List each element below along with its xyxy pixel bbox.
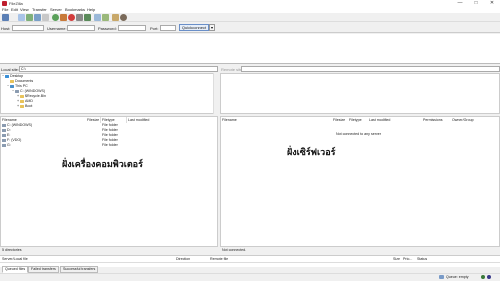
process-queue-icon[interactable] [60, 14, 67, 21]
queue-col-remote-file[interactable]: Remote file [210, 257, 228, 261]
status-bar [0, 273, 500, 281]
folder-icon [10, 79, 14, 83]
remote-col-permissions[interactable]: Permissions [423, 117, 443, 123]
local-site-input[interactable]: C:\ [19, 66, 218, 72]
site-manager-icon[interactable] [2, 14, 9, 21]
tree-item-label: Desktop [10, 74, 24, 78]
synchronized-browsing-icon[interactable] [102, 14, 109, 21]
toggle-remote-tree-icon[interactable] [34, 14, 41, 21]
drive-icon [2, 129, 6, 132]
search-files-icon[interactable] [112, 14, 119, 21]
tab-failed-transfers[interactable]: Failed transfers [28, 266, 59, 273]
username-label: Username: [47, 26, 67, 31]
tree-item-label: C: (WINDOWS) [20, 89, 46, 93]
file-name: G: [7, 143, 11, 147]
cancel-icon[interactable] [68, 14, 75, 21]
pc-icon [10, 84, 14, 88]
quickconnect-button[interactable]: Quickconnect [179, 24, 209, 31]
password-label: Password: [98, 26, 117, 31]
host-label: Host: [1, 26, 11, 31]
upload-indicator-icon [481, 275, 485, 279]
queue-status-text: Queue: empty [446, 275, 469, 279]
tab-queued-files[interactable]: Queued files [2, 266, 29, 273]
tree-item-label: $Recycle.Bin [25, 94, 46, 98]
port-label: Port: [150, 26, 159, 31]
directory-comparison-icon[interactable] [94, 14, 101, 21]
tree-item[interactable]: Documents [7, 79, 33, 83]
queue-col-size[interactable]: Size [393, 257, 400, 261]
drive-icon [2, 134, 6, 137]
toggle-log-icon[interactable] [18, 14, 25, 21]
remote-site-input[interactable] [241, 66, 500, 72]
remote-col-owner-group[interactable]: Owner/Group [452, 117, 474, 123]
local-status: 5 directories [2, 248, 22, 252]
remote-col-last-modified[interactable]: Last modified [369, 117, 390, 123]
tree-item[interactable]: − C: (WINDOWS) [12, 89, 45, 93]
remote-side-caption: ฝั่งเซิร์ฟเวอร์ [287, 148, 336, 158]
local-site-label: Local site: [1, 67, 20, 72]
disconnect-icon[interactable] [76, 14, 83, 21]
not-connected-message: Not connected to any server [336, 132, 381, 136]
drive-icon [2, 124, 6, 127]
password-input[interactable] [118, 25, 146, 31]
folder-icon [20, 94, 24, 98]
tree-item[interactable]: − Desktop [2, 74, 23, 78]
quickconnect-dropdown-icon[interactable]: ▾ [209, 24, 215, 31]
tree-item[interactable]: + $Recycle.Bin [17, 94, 46, 98]
toolbar [0, 13, 500, 22]
close-button[interactable]: ✕ [484, 0, 500, 7]
desktop-icon [5, 74, 9, 78]
queue-col-status[interactable]: Status [417, 257, 427, 261]
remote-status: Not connected. [222, 248, 247, 252]
toggle-queue-icon[interactable] [42, 14, 49, 21]
message-log[interactable] [0, 34, 500, 64]
tree-item-label: Boot [25, 104, 33, 108]
drive-icon [2, 139, 6, 142]
folder-icon [20, 99, 24, 103]
minimize-button[interactable]: — [452, 0, 468, 7]
tree-item-label: AMD [25, 99, 33, 103]
file-type: File folder [102, 143, 118, 147]
remote-col-filesize[interactable]: Filesize [333, 117, 345, 123]
tree-item[interactable]: + AMD [17, 99, 33, 103]
reconnect-icon[interactable] [84, 14, 91, 21]
tree-item-label: Documents [15, 79, 34, 83]
tab-successful-transfers[interactable]: Successful transfers [60, 266, 99, 273]
title-bar [0, 0, 500, 7]
remote-tree[interactable] [220, 73, 500, 114]
queue-col-direction[interactable]: Direction [176, 257, 190, 261]
download-indicator-icon [487, 275, 491, 279]
maximize-button[interactable]: □ [468, 0, 484, 7]
remote-col-filetype[interactable]: Filetype [349, 117, 362, 123]
drive-icon [15, 89, 19, 93]
find-files-icon[interactable] [120, 14, 127, 21]
tree-item[interactable]: − This PC [7, 84, 28, 88]
filezilla-logo-icon [2, 1, 7, 6]
local-tree-scrollbar[interactable] [213, 73, 218, 114]
tree-item[interactable]: + Boot [17, 104, 32, 108]
refresh-icon[interactable] [52, 14, 59, 21]
window-title: FileZilla [9, 1, 23, 6]
queue-status-icon [439, 275, 444, 279]
remote-col-filename[interactable]: Filename [222, 117, 237, 123]
drive-icon [2, 144, 6, 147]
queue-col-server-local-file[interactable]: Server/Local file [2, 257, 28, 261]
tree-item-label: This PC [15, 84, 28, 88]
host-input[interactable] [12, 25, 44, 31]
toggle-local-tree-icon[interactable] [26, 14, 33, 21]
port-input[interactable] [160, 25, 176, 31]
username-input[interactable] [67, 25, 95, 31]
file-row[interactable]: G: File folder [1, 143, 217, 148]
folder-icon [20, 104, 24, 108]
queue-col-priority[interactable]: Prio... [403, 257, 412, 261]
local-side-caption: ฝั่งเครื่องคอมพิวเตอร์ [62, 160, 143, 170]
